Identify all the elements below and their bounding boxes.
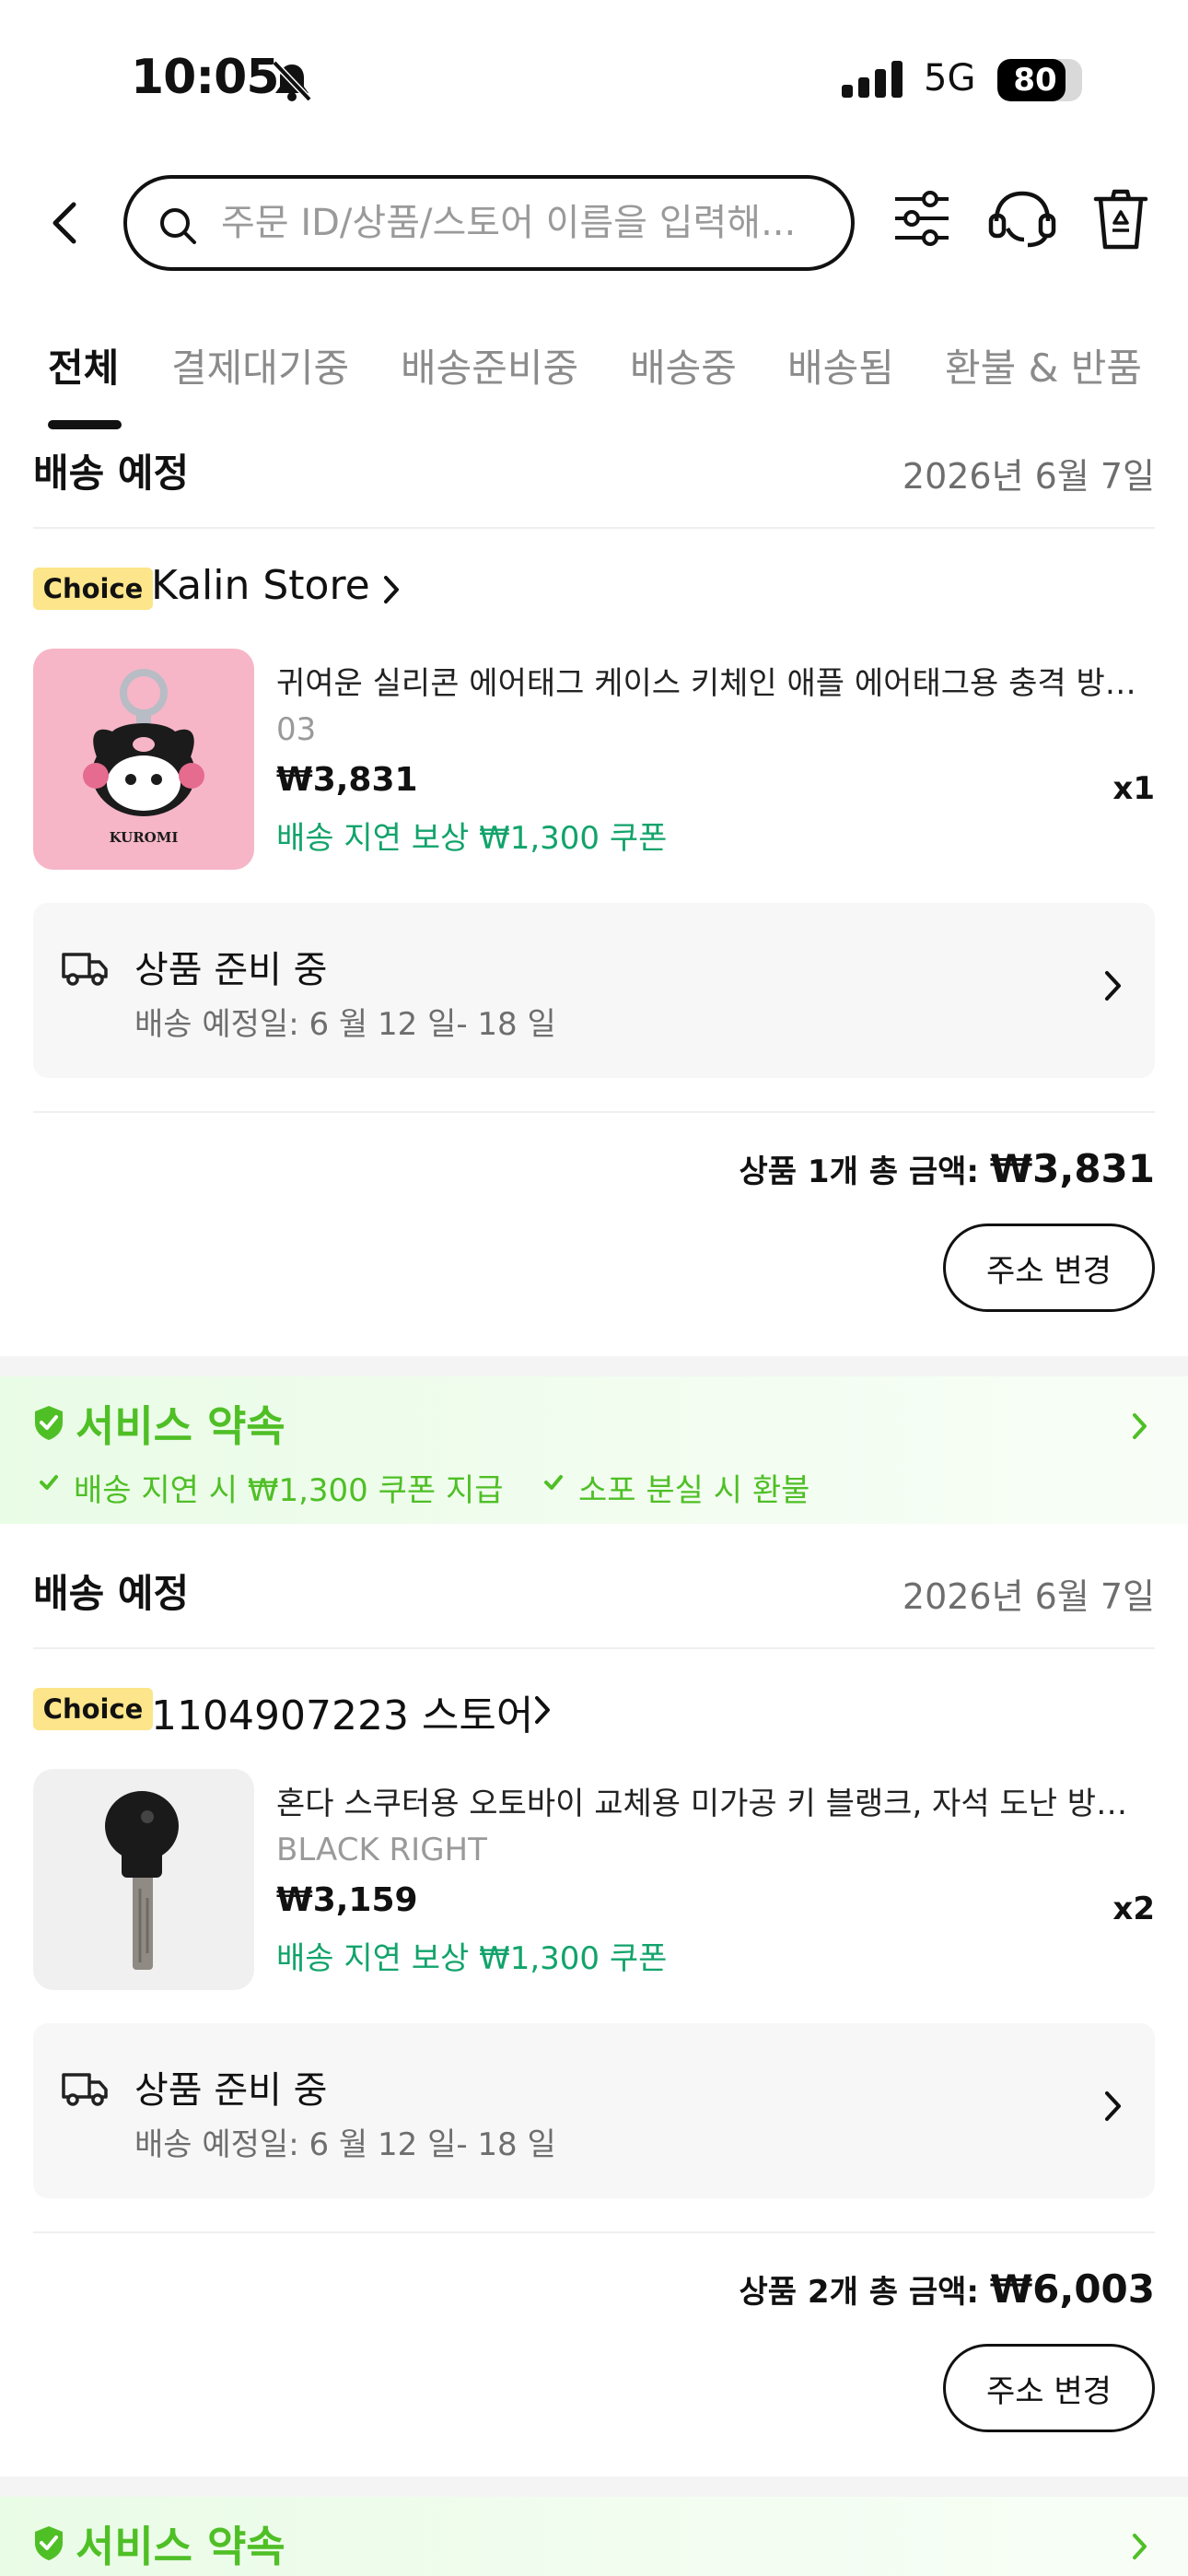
chevron-right-icon[interactable] [532,1694,553,1726]
cellular-signal-icon [842,61,906,98]
tab-preparing-shipment[interactable]: 배송준비중 [401,337,578,393]
silent-bell-icon [269,59,315,103]
total-label: 상품 2개 총 금액: [739,2274,990,2311]
delay-coupon-text: 배송 지연 보상 ₩1,300 쿠폰 [276,820,668,857]
product-price: ₩3,831 [276,761,418,799]
product-price: ₩3,159 [276,1881,418,1919]
divider [33,2231,1155,2233]
change-address-button[interactable]: 주소 변경 [943,1224,1155,1312]
promise-item: 소포 분실 시 환불 [578,1472,810,1509]
tab-all[interactable]: 전체 [48,337,119,393]
service-promise-title: 서비스 약속 [76,2522,285,2571]
shipment-status-row[interactable]: 상품 준비 중 배송 예정일: 6 월 12 일- 18 일 [33,2023,1155,2198]
store-name[interactable]: 1104907223 스토어 [151,1682,533,1741]
customer-service-icon[interactable] [987,188,1057,251]
divider [33,1111,1155,1113]
service-promise-banner[interactable]: 서비스 약속 [0,2497,1188,2576]
product-variant: BLACK RIGHT [276,1832,487,1868]
network-type: 5G [924,57,976,100]
shipment-status: 상품 준비 중 [134,949,328,991]
tab-in-transit[interactable]: 배송중 [630,337,737,393]
total-label: 상품 1개 총 금액: [739,1153,990,1190]
filter-icon[interactable] [891,188,952,249]
chevron-right-icon [1103,2090,1124,2123]
shipment-status-row[interactable]: 상품 준비 중 배송 예정일: 6 월 12 일- 18 일 [33,903,1155,1078]
check-icon [543,1474,564,1491]
order-card: 배송 예정 2026년 6월 7일 Choice 1104907223 스토어 … [0,1553,1188,2465]
back-button[interactable] [44,197,85,249]
shipment-status: 상품 준비 중 [134,2069,328,2112]
order-total: 상품 2개 총 금액: ₩6,003 [740,2266,1155,2312]
service-promise-title: 서비스 약속 [76,1401,285,1451]
search-bar[interactable] [123,175,855,271]
promise-item: 배송 지연 시 ₩1,300 쿠폰 지급 [74,1472,504,1509]
product-title[interactable]: 혼다 스쿠터용 오토바이 교체용 미가공 키 블랭크, 자석 도난 방지... [276,1778,1151,1823]
truck-icon [61,949,109,988]
product-image[interactable]: KUROMI [33,649,254,870]
product-image[interactable] [33,1769,254,1990]
service-promise-banner[interactable]: 서비스 약속 배송 지연 시 ₩1,300 쿠폰 지급 소포 분실 시 환불 [0,1376,1188,1524]
order-date: 2026년 6월 7일 [902,1576,1155,1617]
tab-awaiting-payment[interactable]: 결제대기중 [171,337,349,393]
shield-check-icon [33,1404,64,1441]
section-gap [0,1356,1188,1376]
store-name[interactable]: Kalin Store [151,562,370,609]
chevron-right-icon[interactable] [381,574,402,605]
product-title[interactable]: 귀여운 실리콘 에어태그 케이스 키체인 애플 에어태그용 충격 방지... [276,658,1151,703]
chevron-right-icon [1131,1411,1149,1441]
chevron-right-icon [1103,969,1124,1002]
shipment-heading: 배송 예정 [33,1571,190,1616]
order-date: 2026년 6월 7일 [902,456,1155,497]
choice-badge: Choice [33,568,153,610]
total-amount: ₩6,003 [989,2266,1155,2312]
estimated-delivery: 배송 예정일: 6 월 12 일- 18 일 [134,1006,556,1043]
search-icon [158,206,197,245]
active-tab-indicator [48,420,122,429]
estimated-delivery: 배송 예정일: 6 월 12 일- 18 일 [134,2126,556,2163]
order-status-tabs: 전체 결제대기중 배송준비중 배송중 배송됨 환불 & 반품 [0,328,1188,429]
choice-badge: Choice [33,1688,153,1730]
check-icon [39,1474,59,1491]
truck-icon [61,2069,109,2108]
order-total: 상품 1개 총 금액: ₩3,831 [740,1146,1155,1191]
total-amount: ₩3,831 [989,1146,1155,1191]
product-variant: 03 [276,711,317,748]
tab-delivered[interactable]: 배송됨 [787,337,894,393]
delay-coupon-text: 배송 지연 보상 ₩1,300 쿠폰 [276,1940,668,1977]
kuromi-logo-text: KUROMI [109,829,179,846]
status-time: 10:05 [131,50,280,105]
search-input[interactable] [219,201,831,245]
battery-level: 80 [1013,62,1057,99]
shipment-heading: 배송 예정 [33,451,190,496]
divider [33,1647,1155,1649]
section-gap [0,2476,1188,2497]
recycle-bin-icon[interactable] [1092,188,1149,251]
product-quantity: x2 [1112,1891,1155,1927]
order-card: 배송 예정 2026년 6월 7일 Choice Kalin Store KUR… [0,433,1188,1345]
divider [33,527,1155,529]
battery-indicator: 80 [997,59,1082,101]
tab-refund-return[interactable]: 환불 & 반품 [945,337,1142,393]
change-address-button[interactable]: 주소 변경 [943,2344,1155,2432]
chevron-right-icon [1131,2532,1149,2561]
shield-check-icon [33,2524,64,2561]
product-quantity: x1 [1112,770,1155,807]
